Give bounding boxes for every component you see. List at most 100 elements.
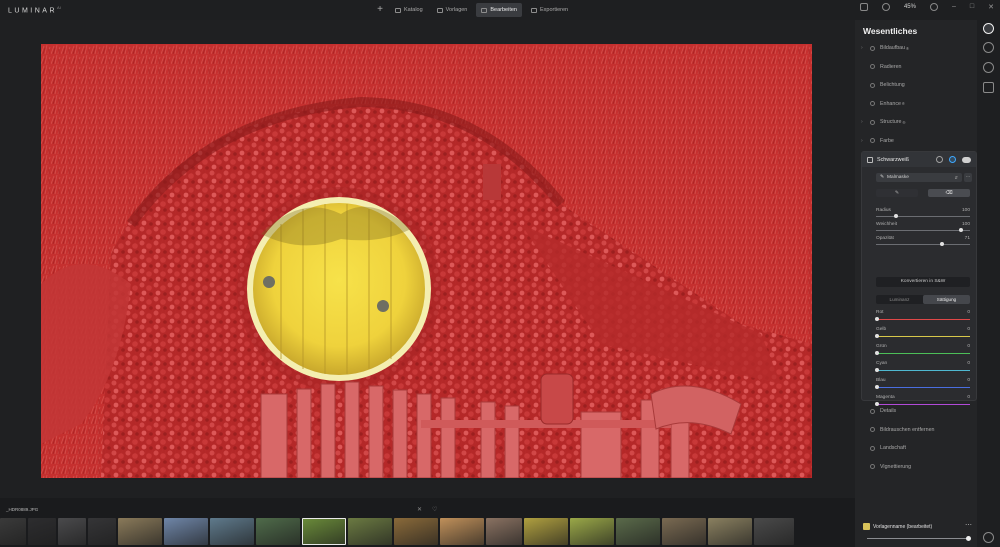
mask-type-select[interactable]: ✎ Malmaske ⇵ [876,173,962,182]
app-version: AI [57,5,61,10]
chevron-right-icon: › [861,45,863,51]
segment-saturation[interactable]: Sättigung [923,295,970,304]
tab-exportieren[interactable]: Exportieren [526,3,573,17]
tool-bildrauschen-entfernen[interactable]: Bildrauschen entfernen [861,423,971,437]
filmstrip-thumbnail[interactable] [440,518,484,545]
preset-amount-knob[interactable] [966,536,971,541]
mask-icon[interactable] [949,156,956,163]
slider-track[interactable] [876,230,970,231]
filmstrip-thumbnail[interactable] [88,518,116,545]
history-icon[interactable] [929,3,938,11]
tool-label: Details [880,408,897,414]
filmstrip-thumbnail[interactable] [486,518,522,545]
slider-knob[interactable] [939,242,944,246]
tool-vignettierung[interactable]: Vignettierung [861,460,971,474]
preview-eye-icon[interactable] [881,3,890,11]
filmstrip-thumbnail[interactable] [28,518,56,545]
paint-brush-button[interactable]: ✎ [876,189,918,197]
tool-radieren[interactable]: Radieren [861,60,971,74]
portrait-face-icon[interactable] [983,62,994,73]
color-slider-knob[interactable] [875,368,879,372]
photo-preview[interactable] [41,44,812,478]
color-slider-track[interactable] [876,336,970,337]
tool-enhance[interactable]: Enhance ® [861,97,971,111]
preset-more-icon[interactable]: ⋯ [965,521,972,529]
color-slider-track[interactable] [876,319,970,320]
slider-value: 100 [961,208,970,213]
tab-bearbeiten[interactable]: Bearbeiten [476,3,522,17]
color-slider-knob[interactable] [875,385,879,389]
filmstrip-thumbnail[interactable] [118,518,162,545]
vignette-icon [870,464,875,469]
help-icon[interactable] [983,532,994,543]
creative-palette-icon[interactable] [983,42,994,53]
filmstrip-thumbnail[interactable] [570,518,614,545]
color-slider-track[interactable] [876,370,970,371]
adjustments-panel: Wesentliches › Bildaufbau ® Radieren Belicht… [855,20,977,518]
filmstrip-thumbnail[interactable] [348,518,392,545]
tool-details[interactable]: Details [861,404,971,418]
filmstrip-thumbnail[interactable] [58,518,86,545]
tool-category-rail [977,20,1000,547]
visibility-toggle-icon[interactable] [962,156,971,163]
tool-belichtung[interactable]: Belichtung [861,78,971,92]
filmstrip-thumbnail[interactable] [302,518,346,545]
filmstrip-thumbnail[interactable] [708,518,752,545]
slider-track[interactable] [876,244,970,245]
preset-amount-slider[interactable] [867,538,969,539]
bw-tool-card: Schwarzweiß ✎ Malmaske ⇵ ⋯ ✎ ⌫ Radius 100… [861,151,977,406]
tool-bildaufbau[interactable]: › Bildaufbau ® [861,41,971,55]
app-logo: LUMINARAI [8,5,61,14]
filmstrip-thumbnail[interactable] [524,518,568,545]
hobbit-door-photo [41,44,812,478]
color-slider-track[interactable] [876,387,970,388]
color-slider-value: 0 [967,395,970,400]
maximize-icon[interactable]: □ [970,3,974,11]
pro-tools-icon[interactable] [983,82,994,93]
erase-icon [870,64,875,69]
filmstrip-thumbnail[interactable] [754,518,794,545]
close-icon[interactable]: ✕ [988,3,994,11]
reset-icon[interactable] [936,156,943,163]
mask-more-button[interactable]: ⋯ [964,173,972,182]
segment-luminance[interactable]: Luminanz [876,295,923,304]
slider-knob[interactable] [894,214,898,218]
filmstrip-thumbnail[interactable] [662,518,706,545]
filmstrip-thumbnail[interactable] [256,518,300,545]
slider-value: 71 [964,236,970,241]
compare-icon[interactable] [859,3,868,11]
filmstrip-thumbnail[interactable] [0,518,26,545]
minimize-icon[interactable]: – [952,3,956,11]
add-photos-button[interactable]: + [374,3,386,17]
color-slider-knob[interactable] [875,334,879,338]
essentials-sun-icon[interactable] [983,23,994,34]
color-slider-label: Gelb [876,327,887,332]
color-slider-track[interactable] [876,353,970,354]
filmstrip [0,518,855,545]
slider-label: Opazität [876,236,894,241]
tab-katalog[interactable]: Katalog [390,3,428,17]
filmstrip-thumbnail[interactable] [210,518,254,545]
favorite-heart-icon[interactable]: ♡ [432,506,437,513]
tab-vorlagen[interactable]: Vorlagen [432,3,473,17]
color-slider-knob[interactable] [875,317,879,321]
tool-label: Enhance [880,100,901,107]
reject-icon[interactable]: ✕ [417,506,422,513]
bw-tool-icon [867,156,873,163]
bw-tool-header[interactable]: Schwarzweiß [862,152,976,167]
filmstrip-thumbnail[interactable] [616,518,660,545]
filmstrip-actions: ✕ ♡ [417,506,437,513]
filmstrip-thumbnail[interactable] [164,518,208,545]
color-slider-knob[interactable] [875,351,879,355]
slider-knob[interactable] [958,228,963,232]
tool-landschaft[interactable]: Landschaft [861,441,971,455]
color-slider-label: Grün [876,344,887,349]
zoom-level[interactable]: 45% [904,4,916,10]
slider-track[interactable] [876,216,970,217]
tool-structure[interactable]: › Structure ® [861,115,971,129]
convert-bw-button[interactable]: Konvertieren in S&W [876,277,970,287]
tool-farbe[interactable]: › Farbe [861,134,971,148]
filmstrip-thumbnail[interactable] [394,518,438,545]
folder-icon [395,7,401,13]
erase-brush-button[interactable]: ⌫ [928,189,970,197]
